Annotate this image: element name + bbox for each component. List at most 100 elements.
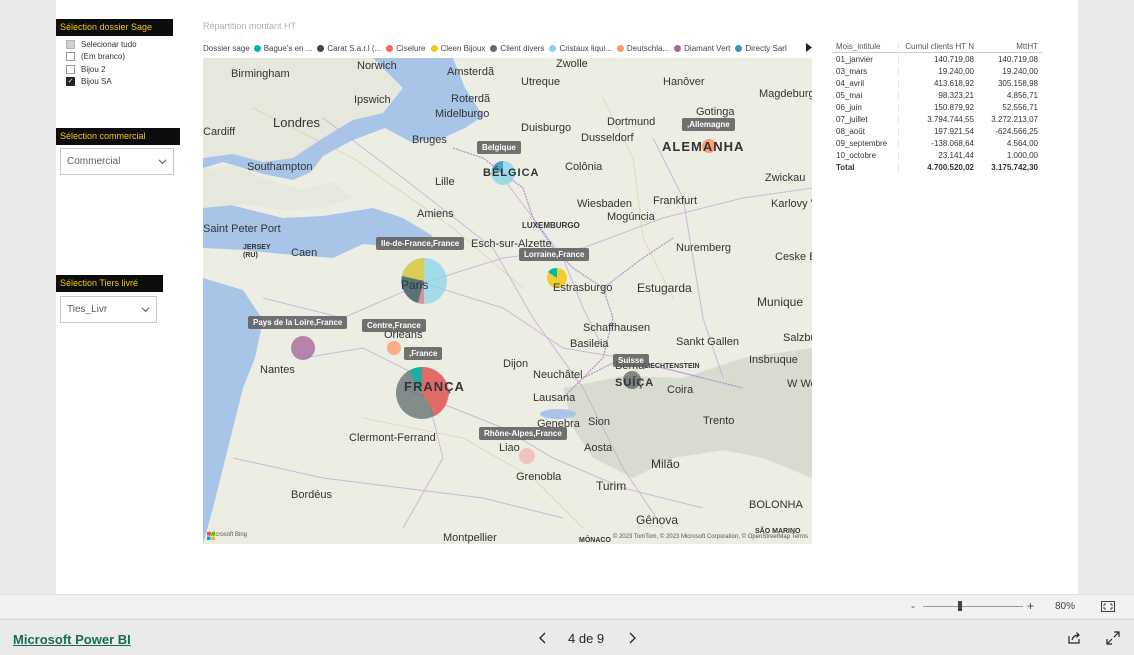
city-label: Lausana	[533, 392, 576, 404]
city-label: Gotinga	[696, 106, 735, 118]
column-header[interactable]: Cumul clients HT N	[898, 42, 978, 51]
power-bi-link[interactable]: Microsoft Power BI	[13, 632, 131, 647]
table-cell: 09_septembre	[836, 138, 888, 148]
slicer-item-blank[interactable]: (Em branco)	[66, 51, 137, 64]
table-cell: 06_juin	[836, 102, 862, 112]
slicer-item-select-all[interactable]: Selecionar tudo	[66, 38, 137, 51]
table-row[interactable]: 10_octobre 23.141,44 1.000,00	[832, 149, 1042, 161]
callout-rhone-alpes[interactable]: Rhône-Alpes,France	[479, 427, 567, 440]
legend-item[interactable]: Cleen Bijoux	[430, 44, 485, 53]
column-header[interactable]: MttHT	[978, 42, 1042, 51]
share-icon[interactable]	[1067, 631, 1081, 645]
legend-item[interactable]: Cristaux liqui...	[549, 44, 612, 53]
chevron-left-icon[interactable]	[538, 632, 548, 644]
slicer-item-bijou2[interactable]: Bijou 2	[66, 63, 137, 76]
table-row[interactable]: 05_mai 98.323,21 4.856,71	[832, 89, 1042, 101]
fit-to-page-icon[interactable]	[1101, 601, 1115, 612]
legend-item-label: Carat S.a.r.l (...	[327, 43, 382, 53]
callout-pays-de-la-loire[interactable]: Pays de la Loire,France	[248, 316, 348, 329]
callout-suisse[interactable]: Suisse	[613, 354, 649, 367]
city-label: Turim	[596, 479, 627, 493]
map-copyright[interactable]: © 2023 TomTom, © 2023 Microsoft Corporat…	[613, 534, 808, 540]
city-label: Ipswich	[354, 94, 391, 106]
callout-allemagne[interactable]: ,Allemagne	[682, 118, 735, 131]
city-label: Caen	[291, 247, 318, 259]
legend-swatch	[490, 44, 498, 52]
table-cell: 23.141,44	[898, 150, 978, 160]
city-label: Montpellier	[443, 532, 497, 544]
microsoft-logo-icon	[207, 532, 215, 540]
map-area[interactable]: Birmingham Norwich Amsterdã Zwolle Hanôv…	[203, 58, 812, 544]
table-row[interactable]: 04_avril 413.618,92 305.158,98	[832, 77, 1042, 89]
legend-swatch	[386, 44, 394, 52]
city-label: Karlovy Va	[771, 198, 812, 210]
legend-item[interactable]: Ciselure	[386, 44, 426, 53]
pie-pays-de-la-loire[interactable]	[291, 336, 315, 360]
table-row[interactable]: 08_août 197.921,54 -624.566,25	[832, 125, 1042, 137]
pie-centre[interactable]	[387, 341, 401, 355]
tiers-dropdown[interactable]: Ties_Livr	[60, 296, 157, 323]
zoom-in-button[interactable]: +	[1027, 599, 1034, 613]
total-mtt: 3.175.742,30	[991, 162, 1038, 172]
legend-item-label: Directy Sarl	[745, 43, 787, 53]
table-cell: 08_août	[836, 126, 865, 136]
city-label: Amsterdã	[447, 66, 495, 78]
table-row[interactable]: 07_juillet 3.794.744,55 3.272.213,07	[832, 113, 1042, 125]
table-row[interactable]: 06_juin 150.879,92 52.556,71	[832, 101, 1042, 113]
callout-lorraine[interactable]: Lorraine,France	[519, 248, 590, 261]
zoom-level: 80%	[1055, 601, 1076, 612]
country-label: FRANÇA	[404, 379, 465, 394]
legend-next-icon[interactable]	[805, 43, 813, 52]
city-label: Amiens	[417, 208, 454, 220]
table-row[interactable]: 01_janvier 140.719,08 140.719,08	[832, 53, 1042, 65]
city-label: Nuremberg	[676, 242, 732, 254]
callout-centre[interactable]: Centre,France	[362, 319, 426, 332]
city-label: LUXEMBURGO	[522, 221, 580, 230]
city-label: Trento	[703, 415, 735, 427]
legend-item[interactable]: Deutschla...	[616, 44, 669, 53]
callout-ile-de-france[interactable]: Ile-de-France,France	[376, 237, 465, 250]
table-row[interactable]: 03_mars 19.240,00 19.240,00	[832, 65, 1042, 77]
pie-rhone-alpes[interactable]	[519, 448, 535, 464]
zoom-slider-thumb[interactable]	[958, 601, 962, 611]
legend-item-label: Bague's en ...	[263, 43, 313, 53]
legend-item[interactable]: Directy Sarl	[735, 43, 787, 53]
slicer-item-bijousa[interactable]: ✓ Bijou SA	[66, 76, 137, 89]
map-title: Répartition montant HT	[203, 21, 297, 31]
table-header: Mois_intitule Cumul clients HT N MttHT	[832, 41, 1042, 53]
zoom-out-button[interactable]: -	[911, 599, 915, 613]
table-cell: 140.719,08	[997, 54, 1038, 64]
legend-item[interactable]: Client divers	[490, 44, 544, 53]
fullscreen-icon[interactable]	[1106, 631, 1120, 645]
city-label: LIECHTENSTEIN	[644, 363, 700, 370]
city-label: Dusseldorf	[581, 132, 634, 144]
callout-belgique[interactable]: Belgique	[477, 141, 521, 154]
city-label: Bordéus	[291, 489, 332, 501]
city-label: Magdeburg	[759, 88, 812, 100]
legend-item[interactable]: Diamant Vert	[674, 44, 730, 53]
callout-france[interactable]: ,France	[404, 347, 443, 360]
city-label: Neuchâtel	[533, 369, 583, 381]
checkbox-checked[interactable]: ✓	[66, 77, 75, 87]
legend-item-label: Diamant Vert	[684, 43, 731, 53]
checkbox[interactable]	[66, 64, 75, 74]
table-cell: 140.719,08	[898, 54, 978, 64]
checkbox[interactable]	[66, 52, 75, 62]
legend-item[interactable]: Bague's en ...	[253, 43, 313, 53]
checkbox-partial[interactable]	[66, 39, 75, 49]
table-cell: 01_janvier	[836, 54, 873, 64]
country-label: SUÍÇA	[615, 377, 655, 389]
table-row[interactable]: 09_septembre -138.068,64 4.564,00	[832, 137, 1042, 149]
column-header[interactable]: Mois_intitule	[832, 42, 898, 51]
city-label: Zwolle	[556, 58, 588, 70]
legend-item[interactable]: Carat S.a.r.l (...	[317, 44, 381, 53]
city-label: Clermont-Ferrand	[349, 432, 436, 444]
city-label: Bruges	[412, 134, 447, 146]
city-label: Grenobla	[516, 471, 562, 483]
city-label: Dijon	[503, 358, 529, 370]
chevron-right-icon[interactable]	[627, 632, 637, 644]
zoom-slider-track[interactable]	[923, 606, 1023, 607]
table-cell: 413.618,92	[898, 78, 978, 88]
city-label: JERSEY (RU)	[243, 244, 271, 259]
commercial-dropdown[interactable]: Commercial	[60, 148, 174, 175]
